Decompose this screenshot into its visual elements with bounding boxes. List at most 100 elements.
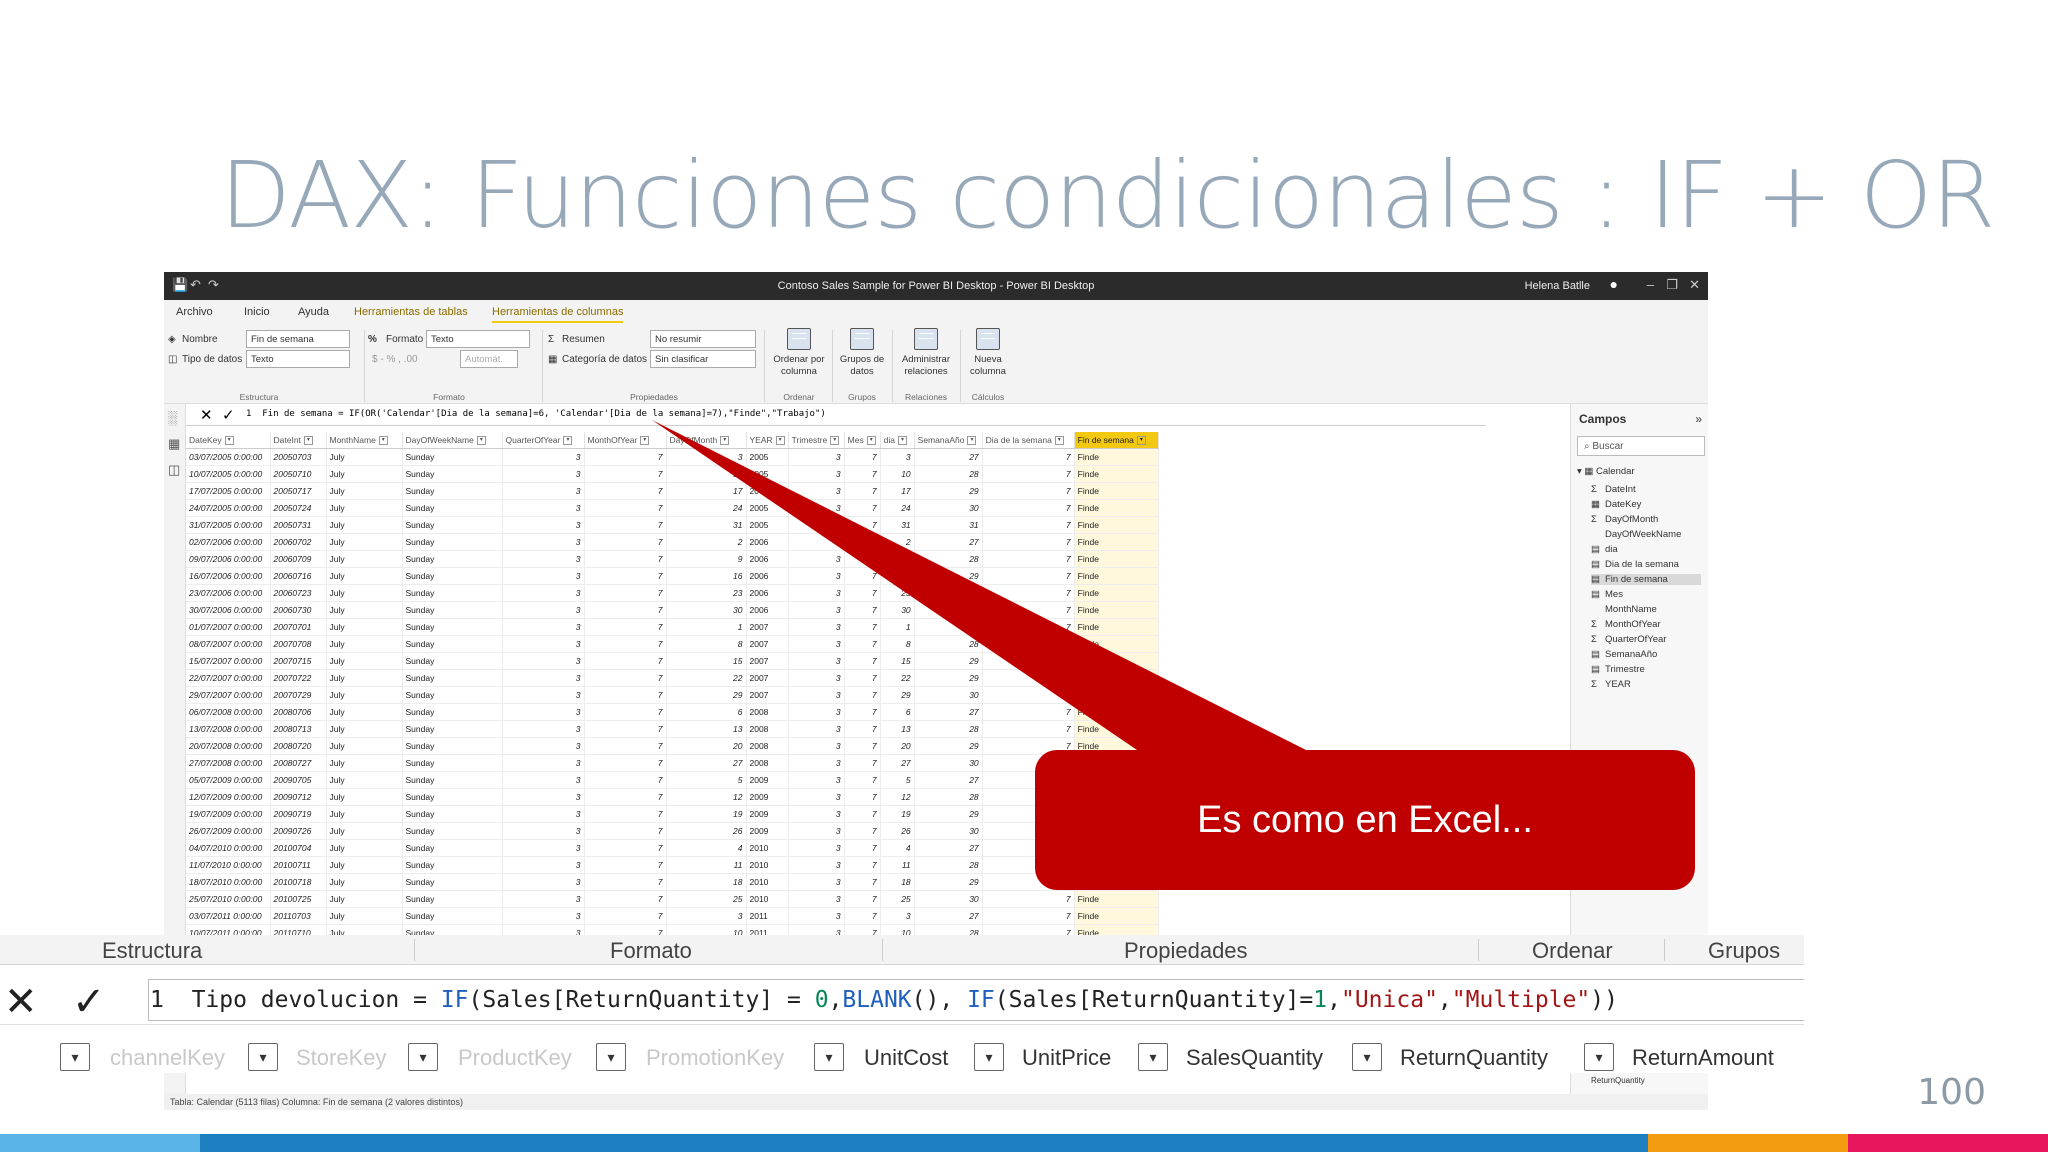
column-filter-icon[interactable]: ▾ [1136, 435, 1146, 445]
table-cell[interactable]: 3 [788, 584, 845, 602]
table-cell[interactable]: Finde [1074, 618, 1159, 636]
table-cell[interactable]: 7 [844, 873, 881, 891]
table-cell[interactable]: July [326, 822, 403, 840]
table-cell[interactable]: 3 [502, 601, 585, 619]
column-header[interactable]: ReturnAmount [1632, 1045, 1774, 1071]
table-cell[interactable]: 20100711 [270, 856, 327, 874]
table-cell[interactable]: 7 [844, 533, 881, 551]
table-cell[interactable]: 3 [788, 907, 845, 925]
table-cell[interactable]: 7 [584, 516, 667, 534]
table-cell[interactable]: 27/07/2008 0:00:00 [186, 754, 271, 772]
table-cell[interactable]: 3 [788, 516, 845, 534]
table-cell[interactable]: 7 [982, 567, 1075, 585]
table-cell[interactable]: July [326, 856, 403, 874]
table-cell[interactable]: 31 [666, 516, 747, 534]
column-header[interactable]: dia ▾ [880, 432, 915, 449]
collapse-pane-icon[interactable]: » [1695, 412, 1702, 426]
table-row[interactable]: 24/07/2005 0:00:00 20050724 July Sunday 3 7 24… [186, 499, 1159, 517]
column-filter-icon[interactable]: ▾ [248, 1043, 278, 1071]
table-cell[interactable]: 20070722 [270, 669, 327, 687]
column-header[interactable]: DateInt ▾ [270, 432, 327, 449]
table-cell[interactable]: Finde [1074, 703, 1159, 721]
table-cell[interactable]: Finde [1074, 448, 1159, 466]
table-cell[interactable]: 2005 [746, 465, 789, 483]
table-cell[interactable]: 3 [788, 465, 845, 483]
table-cell[interactable]: Sunday [402, 499, 503, 517]
table-cell[interactable]: 7 [584, 822, 667, 840]
table-cell[interactable]: 1 [666, 618, 747, 636]
nombre-field[interactable]: Fin de semana [246, 330, 350, 348]
table-cell[interactable]: 3 [788, 754, 845, 772]
user-name[interactable]: Helena Batlle [1525, 280, 1590, 292]
table-cell[interactable]: 2005 [746, 516, 789, 534]
table-cell[interactable]: 28 [914, 720, 983, 738]
table-cell[interactable]: 2008 [746, 720, 789, 738]
table-cell[interactable]: Finde [1074, 635, 1159, 653]
table-cell[interactable]: 20080706 [270, 703, 327, 721]
table-cell[interactable]: 24 [666, 499, 747, 517]
table-cell[interactable]: 7 [584, 856, 667, 874]
table-cell[interactable]: 25 [666, 890, 747, 908]
table-cell[interactable]: 3 [502, 686, 585, 704]
table-cell[interactable]: Sunday [402, 601, 503, 619]
table-row[interactable]: 09/07/2006 0:00:00 20060709 July Sunday 3 7 9 2… [186, 550, 1159, 568]
table-cell[interactable]: 29 [666, 686, 747, 704]
table-cell[interactable]: July [326, 686, 403, 704]
field-item[interactable]: DayOfWeekName [1591, 529, 1701, 540]
table-cell[interactable]: 2006 [746, 567, 789, 585]
table-cell[interactable]: 3 [788, 550, 845, 568]
table-cell[interactable]: 7 [584, 771, 667, 789]
table-row[interactable]: 11/07/2010 0:00:00 20100711 July Sunday 3 7 11… [186, 856, 1159, 874]
table-cell[interactable]: 01/07/2007 0:00:00 [186, 618, 271, 636]
table-cell[interactable]: 29 [914, 805, 983, 823]
table-cell[interactable]: July [326, 839, 403, 857]
table-cell[interactable]: 20090726 [270, 822, 327, 840]
table-cell[interactable]: 7 [584, 805, 667, 823]
table-cell[interactable]: 7 [844, 720, 881, 738]
table-cell[interactable]: 7 [982, 652, 1075, 670]
table-cell[interactable]: Finde [1074, 907, 1159, 925]
table-cell[interactable]: 3 [880, 448, 915, 466]
table-cell[interactable]: Finde [1074, 482, 1159, 500]
table-row[interactable]: 01/07/2007 0:00:00 20070701 July Sunday 3 7 1 2… [186, 618, 1159, 636]
menu-tab-2[interactable]: Ayuda [298, 306, 329, 318]
table-cell[interactable]: 2007 [746, 618, 789, 636]
table-cell[interactable]: 7 [844, 448, 881, 466]
column-header[interactable]: Mes ▾ [844, 432, 881, 449]
number-format-buttons[interactable]: $ - % , .00 [372, 354, 418, 365]
table-row[interactable]: 05/07/2009 0:00:00 20090705 July Sunday 3 7 5 2… [186, 771, 1159, 789]
table-cell[interactable]: 10 [880, 465, 915, 483]
table-cell[interactable]: 7 [584, 890, 667, 908]
table-cell[interactable]: 20090705 [270, 771, 327, 789]
table-cell[interactable]: 20 [666, 737, 747, 755]
column-header[interactable]: YEAR ▾ [746, 432, 789, 449]
table-cell[interactable]: 31 [914, 516, 983, 534]
table-cell[interactable]: 25 [880, 890, 915, 908]
table-row[interactable]: 18/07/2010 0:00:00 20100718 July Sunday 3 7 18… [186, 873, 1159, 891]
table-cell[interactable]: 30 [666, 601, 747, 619]
commit-formula-icon[interactable]: ✓ [222, 406, 235, 424]
table-row[interactable]: 04/07/2010 0:00:00 20100704 July Sunday 3 7 4 2… [186, 839, 1159, 857]
table-cell[interactable]: 20100725 [270, 890, 327, 908]
table-cell[interactable]: 5 [666, 771, 747, 789]
table-cell[interactable]: Sunday [402, 533, 503, 551]
table-cell[interactable]: 19/07/2009 0:00:00 [186, 805, 271, 823]
menu-tab-3[interactable]: Herramientas de tablas [354, 306, 468, 318]
table-cell[interactable]: 29 [914, 567, 983, 585]
table-cell[interactable]: 27 [914, 618, 983, 636]
table-cell[interactable]: 20060709 [270, 550, 327, 568]
table-cell[interactable]: Sunday [402, 482, 503, 500]
table-row[interactable]: 19/07/2009 0:00:00 20090719 July Sunday 3 7 19… [186, 805, 1159, 823]
table-cell[interactable]: 04/07/2010 0:00:00 [186, 839, 271, 857]
table-cell[interactable]: 3 [502, 856, 585, 874]
table-cell[interactable]: 20/07/2008 0:00:00 [186, 737, 271, 755]
table-cell[interactable]: 3 [502, 516, 585, 534]
table-cell[interactable]: 1 [880, 618, 915, 636]
table-cell[interactable]: 2010 [746, 839, 789, 857]
table-cell[interactable]: July [326, 465, 403, 483]
field-item[interactable]: ▤ Fin de semana [1591, 574, 1701, 585]
table-cell[interactable]: 3 [502, 873, 585, 891]
table-row[interactable]: 02/07/2006 0:00:00 20060702 July Sunday 3 7 2 2… [186, 533, 1159, 551]
table-cell[interactable]: July [326, 550, 403, 568]
table-cell[interactable]: Sunday [402, 839, 503, 857]
